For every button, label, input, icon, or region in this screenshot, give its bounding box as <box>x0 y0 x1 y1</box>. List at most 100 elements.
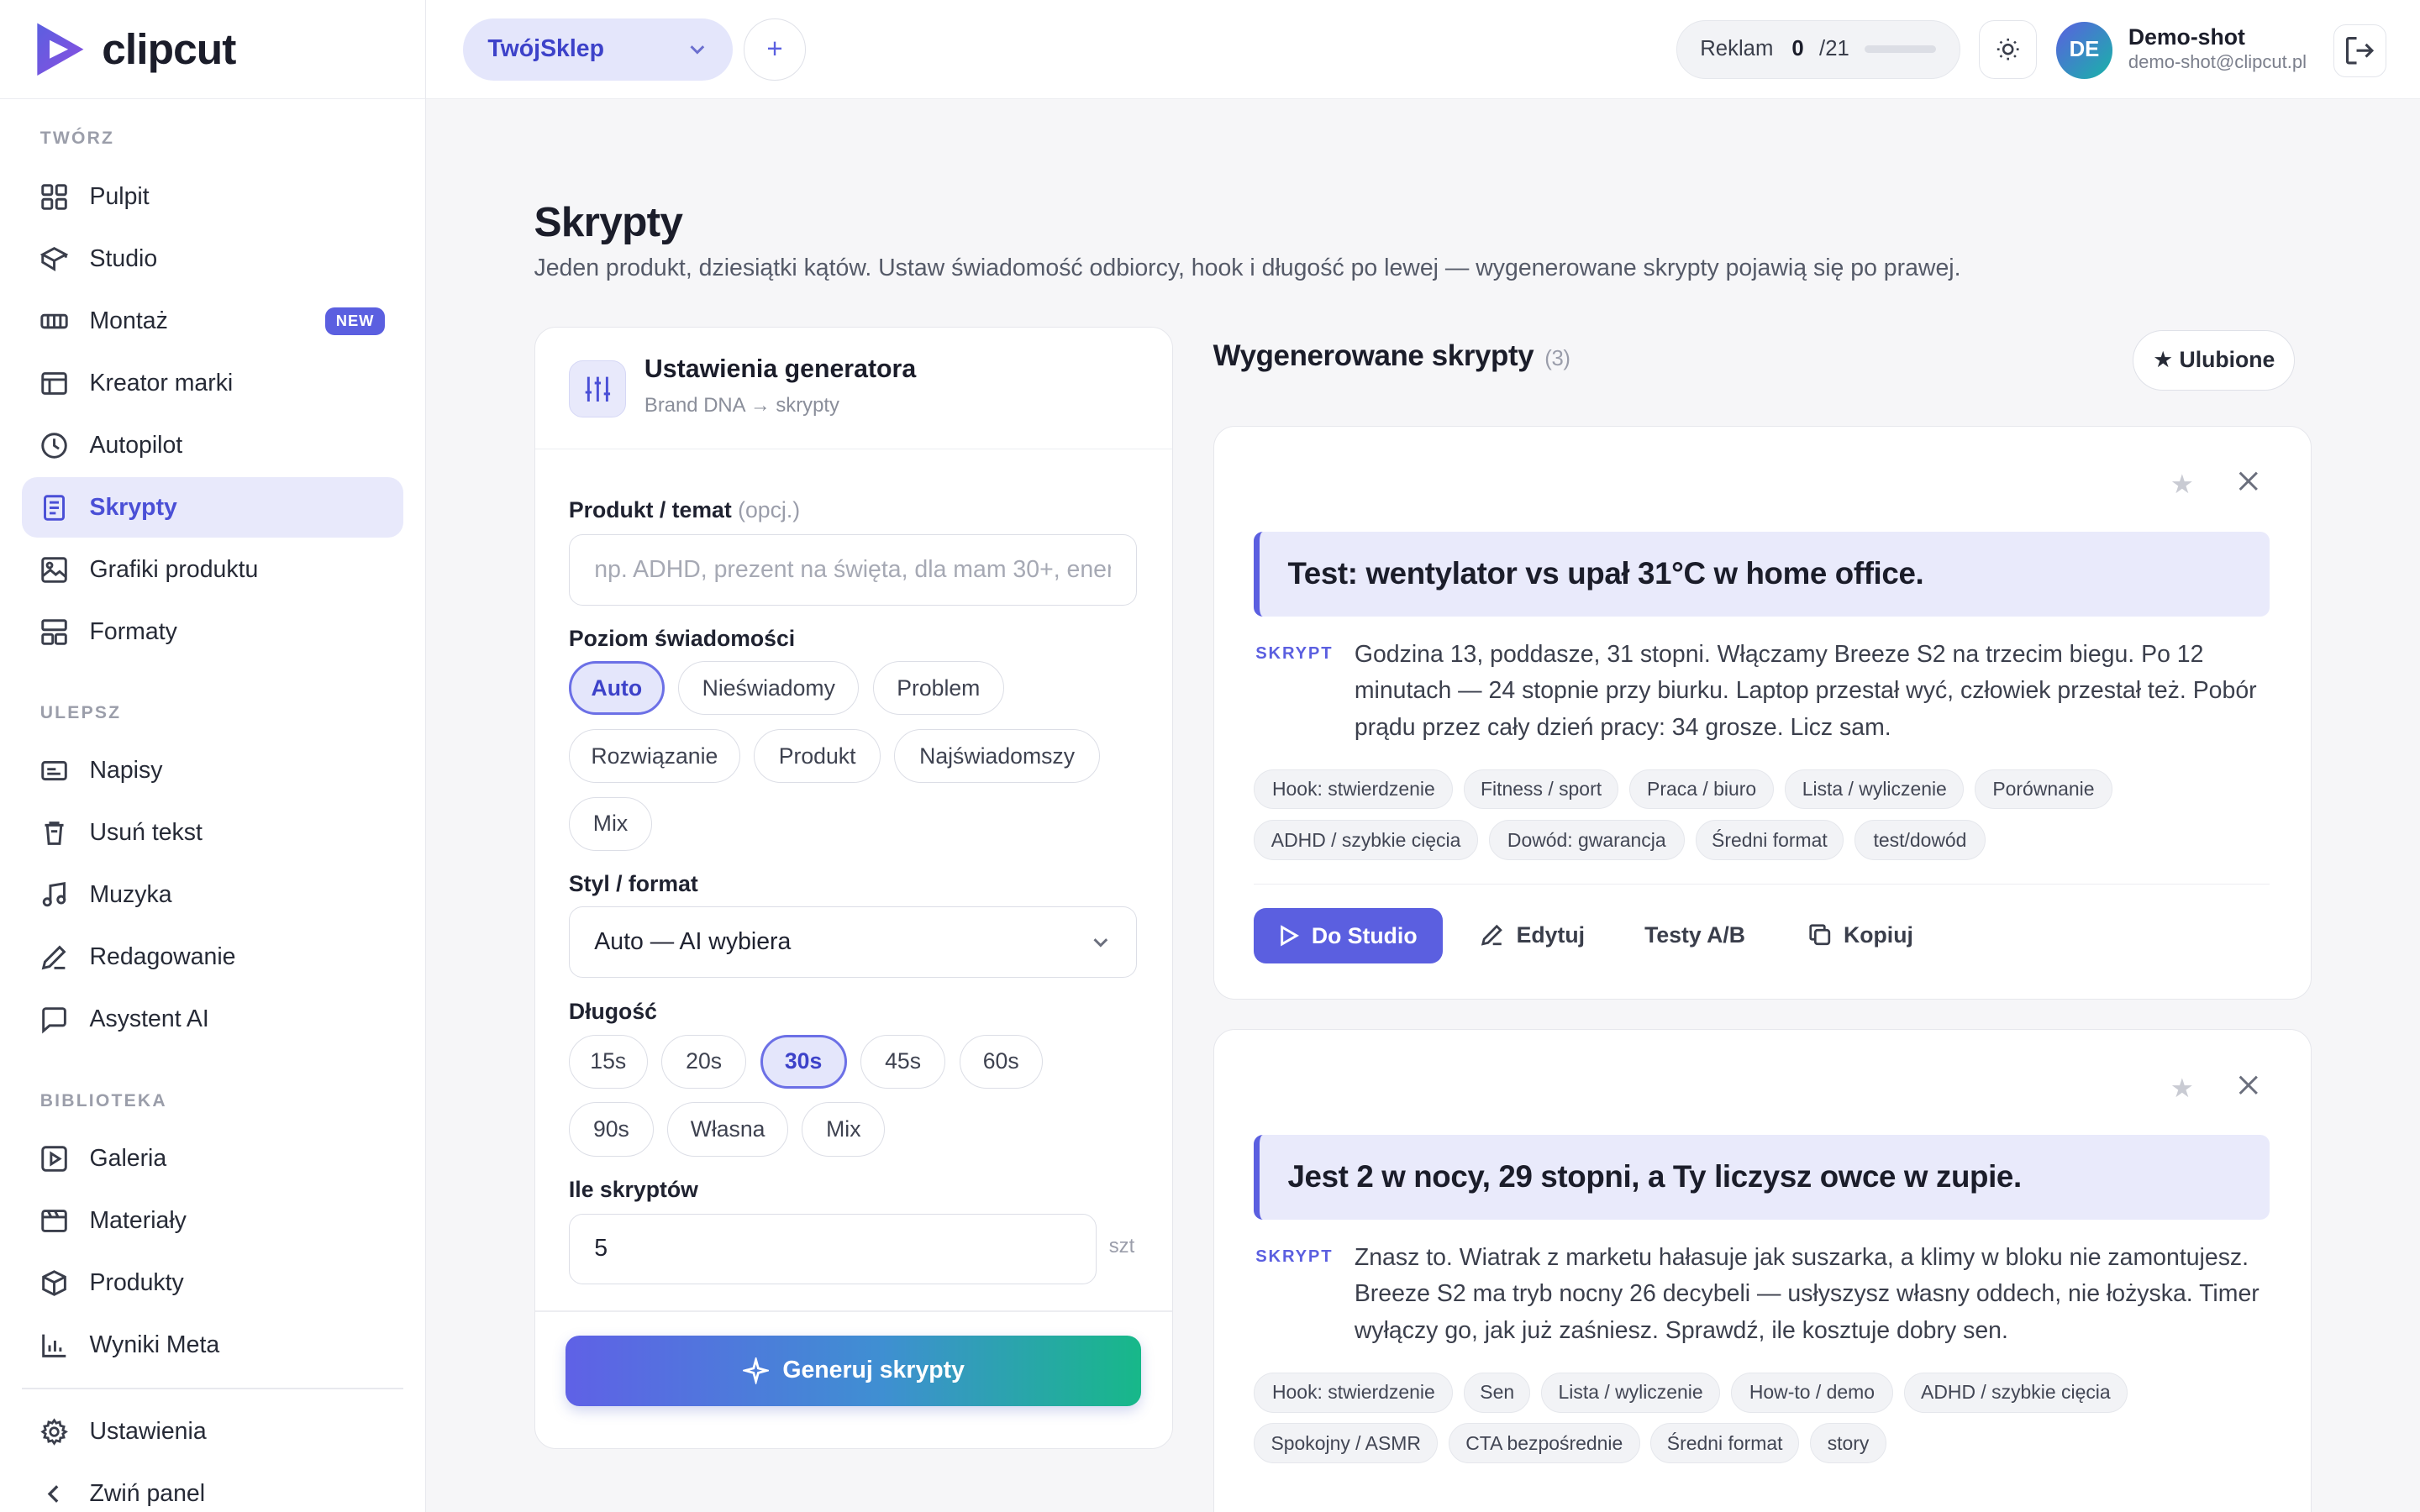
to-studio-button[interactable]: Do Studio <box>1254 907 1443 964</box>
sidebar-item-pulpit[interactable]: Pulpit <box>22 166 404 227</box>
awareness-label: Poziom świadomości <box>568 625 796 651</box>
script-tag: Średni format <box>1650 1423 1799 1464</box>
product-input[interactable] <box>568 534 1137 606</box>
sidebar-item-muzyka[interactable]: Muzyka <box>22 865 404 926</box>
script-tag: Porównanie <box>1975 769 2112 810</box>
sidebar-item-formaty[interactable]: Formaty <box>22 601 404 662</box>
store-name: TwójSklep <box>487 35 604 63</box>
layout-icon <box>40 370 68 397</box>
sidebar-item-montaz[interactable]: Montaż NEW <box>22 291 404 351</box>
nav-heading: BIBLIOTEKA <box>39 1090 167 1110</box>
image-icon <box>40 556 68 584</box>
card-divider <box>1254 883 2270 885</box>
length-chip-60s[interactable]: 60s <box>959 1034 1043 1089</box>
nav-heading: TWÓRZ <box>39 128 115 148</box>
sidebar-item-napisy[interactable]: Napisy <box>22 741 404 801</box>
length-chip-15s[interactable]: 15s <box>568 1034 648 1089</box>
sidebar-item-label: Studio <box>89 244 158 272</box>
chevron-down-icon <box>690 45 705 55</box>
sidebar-item-label: Grafiki produktu <box>89 555 259 583</box>
style-select[interactable]: Auto — AI wybiera <box>568 906 1137 978</box>
sidebar-item-galeria[interactable]: Galeria <box>22 1129 404 1189</box>
store-select[interactable]: TwójSklep <box>463 18 734 81</box>
length-chip-20s[interactable]: 20s <box>661 1034 747 1089</box>
sidebar-item-label: Asystent AI <box>89 1005 209 1033</box>
sidebar-item-label: Montaż <box>89 307 168 334</box>
generator-header: Ustawienia generatora Brand DNA → skrypt… <box>534 328 1172 450</box>
results-title: Wygenerowane skrypty (3) <box>1213 339 1570 373</box>
ab-test-button[interactable]: Testy A/B <box>1644 922 1745 948</box>
length-label: Długość <box>568 999 657 1025</box>
awareness-chip-auto[interactable]: Auto <box>568 661 665 716</box>
script-type-tag: SKRYPT <box>1255 643 1334 663</box>
star-icon[interactable]: ★ <box>2170 470 2194 500</box>
awareness-chip-unaware[interactable]: Nieświadomy <box>678 661 860 716</box>
awareness-chip-product[interactable]: Produkt <box>754 728 881 784</box>
sidebar-item-usun-tekst[interactable]: Usuń tekst <box>22 803 404 864</box>
close-icon[interactable] <box>2237 470 2260 493</box>
logout-button[interactable] <box>2333 24 2386 77</box>
generator-title: Ustawienia generatora <box>644 355 917 384</box>
sidebar-item-autopilot[interactable]: Autopilot <box>22 415 404 475</box>
ads-quota: Reklam 0 /21 <box>1676 19 1960 79</box>
script-hook: Test: wentylator vs upał 31°C w home off… <box>1254 531 2270 617</box>
generate-label: Generuj skrypty <box>782 1357 965 1384</box>
style-label: Styl / format <box>568 870 698 896</box>
eraser-icon <box>40 819 68 847</box>
sliders-icon <box>568 360 626 417</box>
copy-button[interactable]: Kopiuj <box>1808 922 1913 948</box>
clapper-icon <box>40 1207 68 1235</box>
length-chip-90s[interactable]: 90s <box>568 1102 654 1157</box>
generate-button[interactable]: Generuj skrypty <box>566 1335 1142 1407</box>
length-chip-mix[interactable]: Mix <box>802 1102 886 1157</box>
sidebar-item-wyniki-meta[interactable]: Wyniki Meta <box>22 1315 404 1376</box>
bar-chart-icon <box>40 1331 68 1359</box>
nav-section-create: TWÓRZ Pulpit Studio Montaż NEW Kreator m… <box>0 123 425 662</box>
script-card: ★ Test: wentylator vs upał 31°C w home o… <box>1213 425 2312 1000</box>
sidebar-item-label: Produkty <box>89 1269 184 1297</box>
length-chip-45s[interactable]: 45s <box>860 1034 946 1089</box>
script-tag: Fitness / sport <box>1464 769 1618 810</box>
script-body: Godzina 13, poddasze, 31 stopni. Włączam… <box>1354 640 2257 741</box>
sidebar-item-ustawienia[interactable]: Ustawienia <box>22 1402 404 1462</box>
favorites-button[interactable]: ★ Ulubione <box>2133 330 2296 391</box>
generator-panel: Ustawienia generatora Brand DNA → skrypt… <box>534 327 1173 1449</box>
product-label-text: Produkt / temat <box>568 497 732 523</box>
awareness-chip-problem[interactable]: Problem <box>872 661 1004 716</box>
ads-label: Reklam <box>1700 37 1774 61</box>
sidebar-item-materialy[interactable]: Materiały <box>22 1191 404 1252</box>
star-icon[interactable]: ★ <box>2170 1074 2194 1104</box>
sidebar-item-studio[interactable]: Studio <box>22 228 404 289</box>
length-chip-custom[interactable]: Własna <box>667 1102 788 1157</box>
pencil-icon <box>1481 924 1503 946</box>
sidebar-item-zwin-panel[interactable]: Zwiń panel <box>22 1464 404 1512</box>
script-tag: How-to / demo <box>1730 1372 1893 1413</box>
add-store-button[interactable]: + <box>744 18 806 81</box>
script-body: Znasz to. Wiatrak z marketu hałasuje jak… <box>1354 1243 2260 1344</box>
edit-button[interactable]: Edytuj <box>1481 922 1585 948</box>
awareness-chip-solution[interactable]: Rozwiązanie <box>568 728 740 784</box>
awareness-chip-mix[interactable]: Mix <box>568 796 653 852</box>
avatar[interactable]: DE <box>2055 21 2113 79</box>
script-tag: test/dowód <box>1854 820 1986 861</box>
sidebar-item-produkty[interactable]: Produkty <box>22 1253 404 1314</box>
theme-toggle-button[interactable] <box>1978 19 2038 79</box>
count-input[interactable] <box>568 1213 1097 1285</box>
product-optional: (opcj.) <box>738 497 801 523</box>
sidebar-divider <box>21 1388 404 1390</box>
logo[interactable]: clipcut <box>0 0 425 99</box>
sidebar-item-grafiki-produktu[interactable]: Grafiki produktu <box>22 539 404 600</box>
logo-text: clipcut <box>102 24 236 74</box>
chevron-left-icon <box>40 1480 68 1508</box>
count-unit: szt <box>1108 1235 1135 1258</box>
sidebar-item-redagowanie[interactable]: Redagowanie <box>22 927 404 988</box>
length-chip-30s[interactable]: 30s <box>760 1034 847 1089</box>
sparkle-icon <box>742 1357 769 1384</box>
close-icon[interactable] <box>2237 1074 2260 1097</box>
awareness-chip-most-aware[interactable]: Najświadomszy <box>894 728 1100 784</box>
script-tag: Hook: stwierdzenie <box>1254 1372 1454 1413</box>
nav-section-library: BIBLIOTEKA Galeria Materiały Produkty Wy… <box>0 1086 425 1376</box>
sidebar-item-kreator-marki[interactable]: Kreator marki <box>22 353 404 413</box>
sidebar-item-asystent-ai[interactable]: Asystent AI <box>22 990 404 1050</box>
sidebar-item-skrypty[interactable]: Skrypty <box>21 477 404 538</box>
